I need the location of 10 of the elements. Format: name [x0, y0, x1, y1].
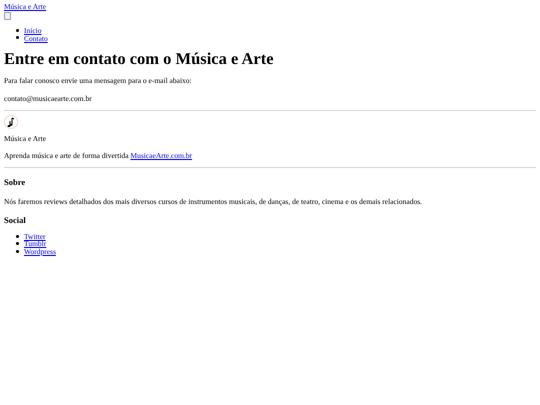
bullet-icon [16, 242, 19, 245]
bullet-icon [16, 36, 19, 40]
page-heading: Entre em contato com o Música e Arte [4, 49, 274, 68]
music-note-icon [4, 114, 18, 128]
bullet-icon [16, 234, 19, 238]
section-heading: Sobre [4, 176, 26, 189]
bullet-icon [16, 250, 19, 252]
menu-toggle-button[interactable] [4, 12, 11, 20]
section-heading: Social [4, 214, 26, 227]
bullet-icon [16, 28, 19, 32]
